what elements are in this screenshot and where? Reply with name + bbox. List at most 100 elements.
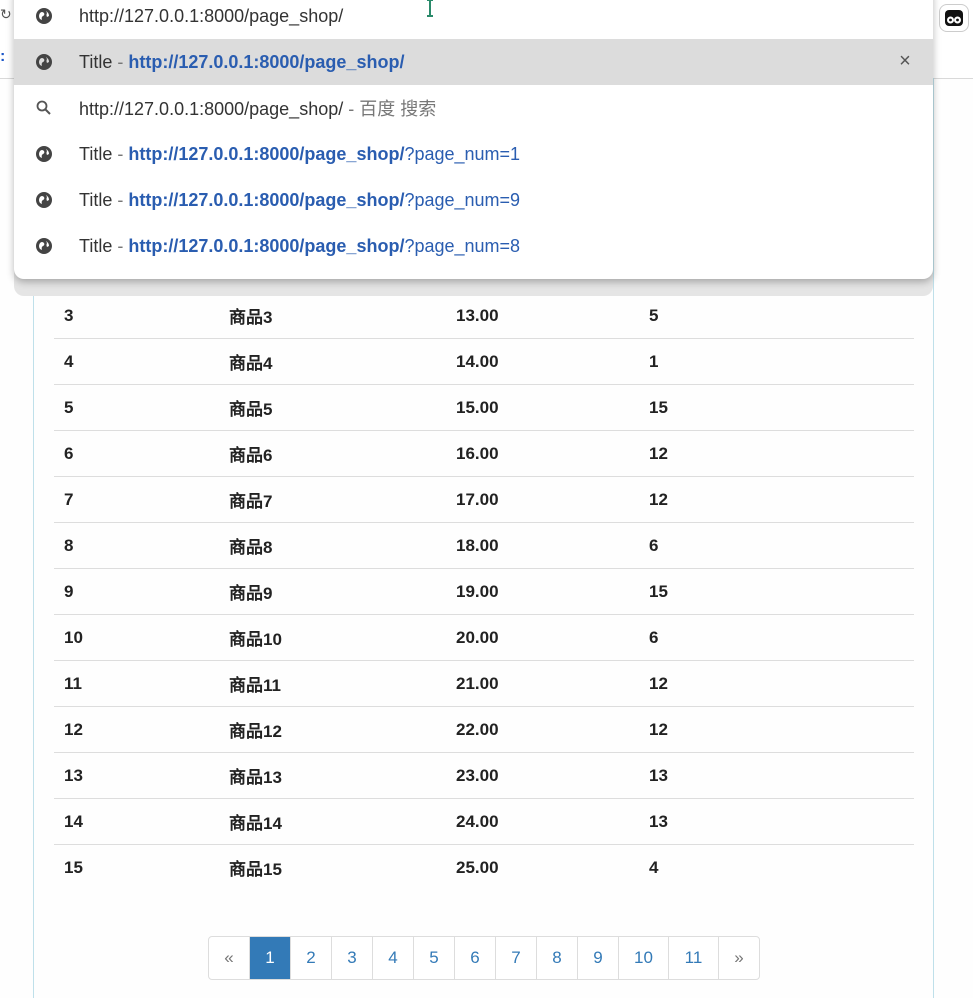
suggestion-text: Title - http://127.0.0.1:8000/page_shop/… (79, 236, 520, 257)
suggestion-url: http://127.0.0.1:8000/page_shop/ (128, 235, 405, 256)
globe-icon (36, 54, 52, 70)
suggestion-separator: - (112, 235, 129, 256)
cell-price: 22.00 (446, 706, 639, 753)
suggestion-text: Title - http://127.0.0.1:8000/page_shop/… (79, 190, 520, 211)
table-row: 13 商品13 23.00 13 (54, 752, 914, 799)
suggestion-query-string: ?page_num=9 (404, 189, 521, 210)
suggestion-url: http://127.0.0.1:8000/page_shop/ (128, 143, 405, 164)
suggestion-title: Title (79, 189, 113, 210)
cell-name: 商品7 (219, 476, 446, 523)
product-table: 3 商品3 13.00 5 4 商品4 14.00 1 5 商品5 15.00 15 6 商品6 16.00… (54, 290, 914, 890)
remove-suggestion-close-icon[interactable]: × (895, 51, 915, 71)
cell-quantity: 12 (639, 706, 914, 753)
cell-price: 16.00 (446, 430, 639, 477)
suggestion-separator: - (112, 143, 129, 164)
cell-price: 19.00 (446, 568, 639, 615)
cell-name: 商品9 (219, 568, 446, 615)
table-row: 7 商品7 17.00 12 (54, 476, 914, 523)
pagination-page-10[interactable]: 10 (619, 937, 669, 979)
suggestion-item[interactable]: Title - http://127.0.0.1:8000/page_shop/… (14, 223, 933, 269)
suggestion-separator: - (112, 189, 129, 210)
cell-name: 商品14 (219, 798, 446, 845)
cell-price: 17.00 (446, 476, 639, 523)
suggestion-url: http://127.0.0.1:8000/page_shop/ (128, 189, 405, 210)
pagination-page-4[interactable]: 4 (373, 937, 414, 979)
cell-price: 14.00 (446, 338, 639, 385)
suggestion-text: Title - http://127.0.0.1:8000/page_shop/ (79, 52, 404, 73)
cell-id: 8 (54, 522, 219, 569)
globe-icon (36, 192, 52, 208)
cell-quantity: 13 (639, 752, 914, 799)
cell-id: 9 (54, 568, 219, 615)
globe-icon (36, 146, 52, 162)
cell-id: 11 (54, 660, 219, 707)
table-row: 9 商品9 19.00 15 (54, 568, 914, 615)
suggestion-item[interactable]: Title - http://127.0.0.1:8000/page_shop/… (14, 131, 933, 177)
cell-quantity: 6 (639, 522, 914, 569)
pagination-page-3[interactable]: 3 (332, 937, 373, 979)
suggestion-text: http://127.0.0.1:8000/page_shop/ - 百度 搜索 (79, 95, 436, 121)
suggestion-url: http://127.0.0.1:8000/page_shop/ (128, 51, 405, 72)
cell-price: 20.00 (446, 614, 639, 661)
extension-icon[interactable] (939, 4, 969, 32)
cell-quantity: 6 (639, 614, 914, 661)
cell-id: 5 (54, 384, 219, 431)
cell-quantity: 1 (639, 338, 914, 385)
cell-name: 商品10 (219, 614, 446, 661)
suggestion-separator: - (343, 99, 360, 119)
cell-quantity: 12 (639, 430, 914, 477)
omnibox-dropdown: http://127.0.0.1:8000/page_shop/ Title -… (14, 0, 933, 279)
suggestion-query-string: ?page_num=8 (404, 235, 521, 256)
cell-price: 13.00 (446, 293, 639, 339)
pagination-page-7[interactable]: 7 (496, 937, 537, 979)
suggestion-text: Title - http://127.0.0.1:8000/page_shop/… (79, 144, 520, 165)
search-engine-label: 百度 搜索 (359, 99, 437, 119)
pagination-prev-button[interactable]: « (209, 937, 250, 979)
reload-icon[interactable]: ↻ (0, 6, 12, 23)
cell-price: 15.00 (446, 384, 639, 431)
table-row: 8 商品8 18.00 6 (54, 522, 914, 569)
suggestion-item-search[interactable]: http://127.0.0.1:8000/page_shop/ - 百度 搜索 (14, 85, 933, 131)
table-row: 6 商品6 16.00 12 (54, 430, 914, 477)
cell-price: 18.00 (446, 522, 639, 569)
pagination-page-5[interactable]: 5 (414, 937, 455, 979)
pagination-page-6[interactable]: 6 (455, 937, 496, 979)
suggestion-title: Title (79, 143, 113, 164)
cell-quantity: 5 (639, 293, 914, 339)
pagination-page-2[interactable]: 2 (291, 937, 332, 979)
cell-name: 商品11 (219, 660, 446, 707)
pagination-page-8[interactable]: 8 (537, 937, 578, 979)
table-row: 11 商品11 21.00 12 (54, 660, 914, 707)
pagination: «1 2 3 4 5 6 7 8 9 10 11» (208, 936, 760, 980)
cell-price: 24.00 (446, 798, 639, 845)
cell-id: 15 (64, 857, 83, 877)
table-row: 4 商品4 14.00 1 (54, 338, 914, 385)
table-row: 12 商品12 22.00 12 (54, 706, 914, 753)
suggestion-item-selected[interactable]: Title - http://127.0.0.1:8000/page_shop/… (14, 39, 933, 85)
cell-id: 14 (54, 798, 219, 845)
omnibox-input-row[interactable]: http://127.0.0.1:8000/page_shop/ (14, 0, 933, 39)
cell-name: 商品6 (219, 430, 446, 477)
suggestion-item[interactable]: Title - http://127.0.0.1:8000/page_shop/… (14, 177, 933, 223)
bookmark-icon[interactable]: : (0, 48, 5, 66)
table-row: 14 商品14 24.00 13 (54, 798, 914, 845)
pagination-page-9[interactable]: 9 (578, 937, 619, 979)
cell-name: 商品12 (219, 706, 446, 753)
cell-name: 商品3 (219, 293, 446, 339)
omnibox-input[interactable]: http://127.0.0.1:8000/page_shop/ (79, 6, 343, 27)
suggestion-title: Title (79, 51, 113, 72)
globe-icon (36, 238, 52, 254)
globe-icon (36, 8, 52, 24)
cell-id: 4 (54, 338, 219, 385)
cell-id: 7 (54, 476, 219, 523)
cell-quantity: 15 (639, 384, 914, 431)
pagination-page-1[interactable]: 1 (250, 937, 291, 979)
cell-name: 商品13 (219, 752, 446, 799)
cell-price: 25.00 (456, 857, 499, 877)
cell-quantity: 13 (639, 798, 914, 845)
cell-quantity: 15 (639, 568, 914, 615)
suggestion-separator: - (112, 51, 129, 72)
pagination-next-button[interactable]: » (719, 937, 759, 979)
pagination-page-11[interactable]: 11 (669, 937, 719, 979)
cell-id: 13 (54, 752, 219, 799)
